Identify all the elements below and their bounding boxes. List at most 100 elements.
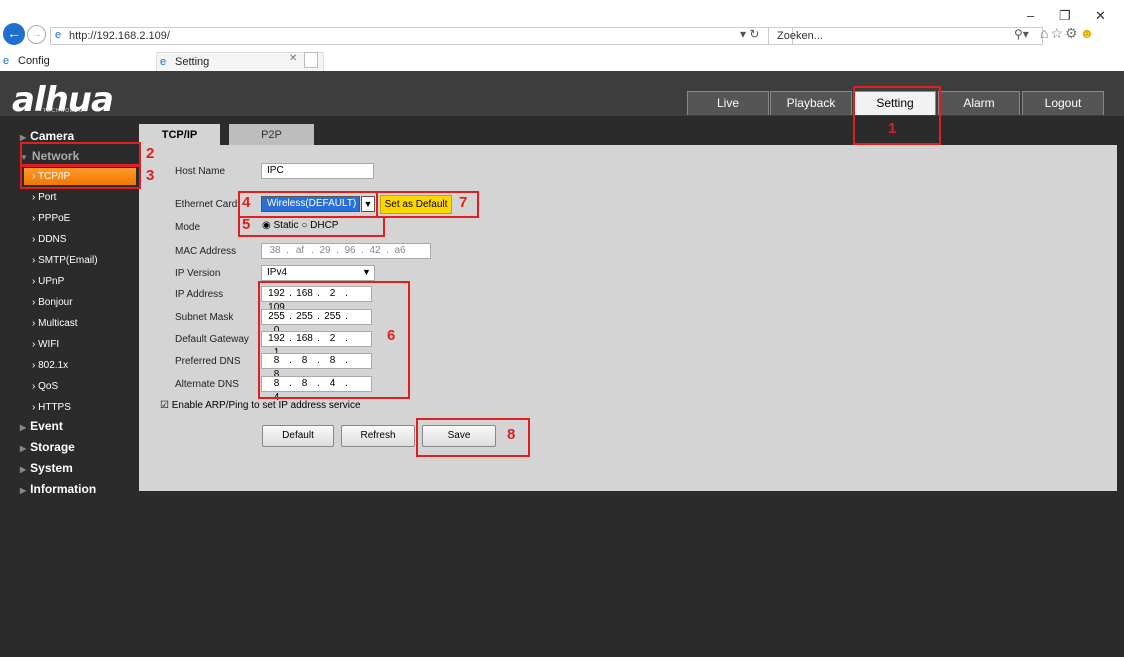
ie-icon: e: [55, 29, 62, 41]
arrow-right-icon: ▶: [20, 444, 27, 453]
browser-tab-setting[interactable]: e Setting: [156, 52, 324, 71]
menu-smtp[interactable]: › SMTP(Email): [32, 255, 98, 266]
mac-label: MAC Address: [175, 246, 237, 257]
annotation-number: 4: [242, 194, 251, 211]
annotation-number: 5: [242, 216, 251, 233]
refresh-button[interactable]: Refresh: [341, 425, 415, 447]
home-icon[interactable]: ⌂: [1040, 25, 1050, 41]
menu-label: System: [30, 461, 73, 475]
menu-qos[interactable]: › QoS: [32, 381, 58, 392]
nav-playback[interactable]: Playback: [770, 91, 852, 115]
tab-p2p[interactable]: P2P: [229, 124, 314, 146]
gear-icon[interactable]: ⚙: [1065, 25, 1080, 41]
menu-upnp[interactable]: › UPnP: [32, 276, 64, 287]
dns1-label: Preferred DNS: [175, 356, 241, 367]
arp-option: ☑ Enable ARP/Ping to set IP address serv…: [160, 400, 361, 411]
menu-label: Information: [30, 482, 97, 496]
logo-subtitle: TECHNOLOGY: [43, 108, 89, 114]
menu-label: WIFI: [38, 339, 60, 350]
nav-logout[interactable]: Logout: [1022, 91, 1104, 115]
annotation-number: 3: [146, 167, 155, 184]
annotation-box-1: [853, 86, 941, 145]
arp-label: Enable ARP/Ping to set IP address servic…: [171, 400, 361, 411]
dns2-label: Alternate DNS: [175, 379, 239, 390]
search-icon[interactable]: ⚲▾: [1014, 27, 1029, 41]
annotation-box-5: [238, 216, 385, 237]
gateway-label: Default Gateway: [175, 334, 249, 345]
menu-port[interactable]: › Port: [32, 192, 56, 203]
host-name-label: Host Name: [175, 166, 226, 177]
address-bar[interactable]: http://192.168.2.109/: [50, 27, 793, 45]
annotation-number: 8: [507, 426, 516, 443]
menu-https[interactable]: › HTTPS: [32, 402, 71, 413]
annotation-number: 6: [387, 327, 396, 344]
forward-arrow-icon[interactable]: →: [27, 25, 46, 44]
close-tab-icon[interactable]: ✕: [289, 53, 297, 64]
tab-label: Config: [18, 55, 50, 67]
menu-label: HTTPS: [38, 402, 71, 413]
menu-bonjour[interactable]: › Bonjour: [32, 297, 73, 308]
menu-8021x[interactable]: › 802.1x: [32, 360, 68, 371]
logo: alhua: [12, 80, 114, 120]
menu-storage[interactable]: ▶ Storage: [20, 440, 75, 454]
menu-pppoe[interactable]: › PPPoE: [32, 213, 70, 224]
close-icon[interactable]: ✕: [1095, 8, 1106, 24]
menu-label: Camera: [30, 129, 75, 143]
arrow-right-icon: ▶: [20, 423, 27, 432]
arrow-right-icon: ▶: [20, 486, 27, 495]
annotation-number: 1: [888, 120, 897, 137]
minimize-icon[interactable]: –: [1027, 8, 1034, 23]
ip-address-label: IP Address: [175, 289, 224, 300]
arrow-right-icon: ▶: [20, 465, 27, 474]
menu-label: SMTP(Email): [38, 255, 98, 266]
default-button[interactable]: Default: [262, 425, 334, 447]
new-tab-button[interactable]: [304, 52, 318, 68]
menu-label: Storage: [30, 440, 75, 454]
chevron-down-icon[interactable]: ▼: [362, 267, 371, 277]
menu-label: UPnP: [38, 276, 65, 287]
menu-label: 802.1x: [38, 360, 69, 371]
menu-system[interactable]: ▶ System: [20, 461, 73, 475]
menu-event[interactable]: ▶ Event: [20, 419, 63, 433]
menu-label: Port: [38, 192, 57, 203]
menu-label: Bonjour: [38, 297, 73, 308]
menu-multicast[interactable]: › Multicast: [32, 318, 78, 329]
mac-field: 38. af. 29. 96. 42. a6: [261, 243, 431, 259]
toolbar-icons[interactable]: ⌂☆⚙☻: [1040, 25, 1096, 42]
menu-label: QoS: [38, 381, 59, 392]
tab-tcpip[interactable]: TCP/IP: [139, 124, 220, 146]
arp-checkbox[interactable]: ☑: [160, 400, 169, 411]
restore-icon[interactable]: ❐: [1059, 8, 1071, 24]
annotation-box-4: [238, 191, 378, 218]
subnet-label: Subnet Mask: [175, 312, 234, 323]
mac-octet: a6: [394, 245, 406, 256]
refresh-icon[interactable]: ▾ ↻: [740, 27, 759, 41]
browser-tab-config[interactable]: e Config: [0, 52, 173, 70]
mac-octet: 38: [269, 245, 281, 256]
nav-alarm[interactable]: Alarm: [938, 91, 1020, 115]
ip-version-select[interactable]: IPv4: [261, 265, 375, 281]
smiley-icon[interactable]: ☻: [1080, 25, 1097, 41]
mac-octet: af: [295, 245, 305, 256]
menu-information[interactable]: ▶ Information: [20, 482, 96, 496]
annotation-box-3: [20, 164, 141, 189]
menu-wifi[interactable]: › WIFI: [32, 339, 59, 350]
favorites-icon[interactable]: ☆: [1050, 25, 1065, 41]
menu-label: Event: [30, 419, 63, 433]
ip-version-label: IP Version: [175, 268, 221, 279]
ie-icon: e: [3, 55, 10, 67]
mac-octet: 96: [344, 245, 356, 256]
menu-label: Multicast: [38, 318, 78, 329]
annotation-number: 2: [146, 145, 155, 162]
mode-label: Mode: [175, 222, 201, 233]
arrow-right-icon: ▶: [20, 133, 27, 142]
back-arrow-icon[interactable]: ←: [3, 23, 25, 45]
menu-label: PPPoE: [38, 213, 71, 224]
menu-ddns[interactable]: › DDNS: [32, 234, 66, 245]
host-name-field[interactable]: IPC: [261, 163, 374, 179]
search-input[interactable]: Zoeken...: [768, 27, 1043, 45]
ie-icon: e: [160, 56, 167, 68]
menu-camera[interactable]: ▶ Camera: [20, 129, 74, 143]
tab-label: Setting: [175, 56, 210, 68]
nav-live[interactable]: Live: [687, 91, 769, 115]
